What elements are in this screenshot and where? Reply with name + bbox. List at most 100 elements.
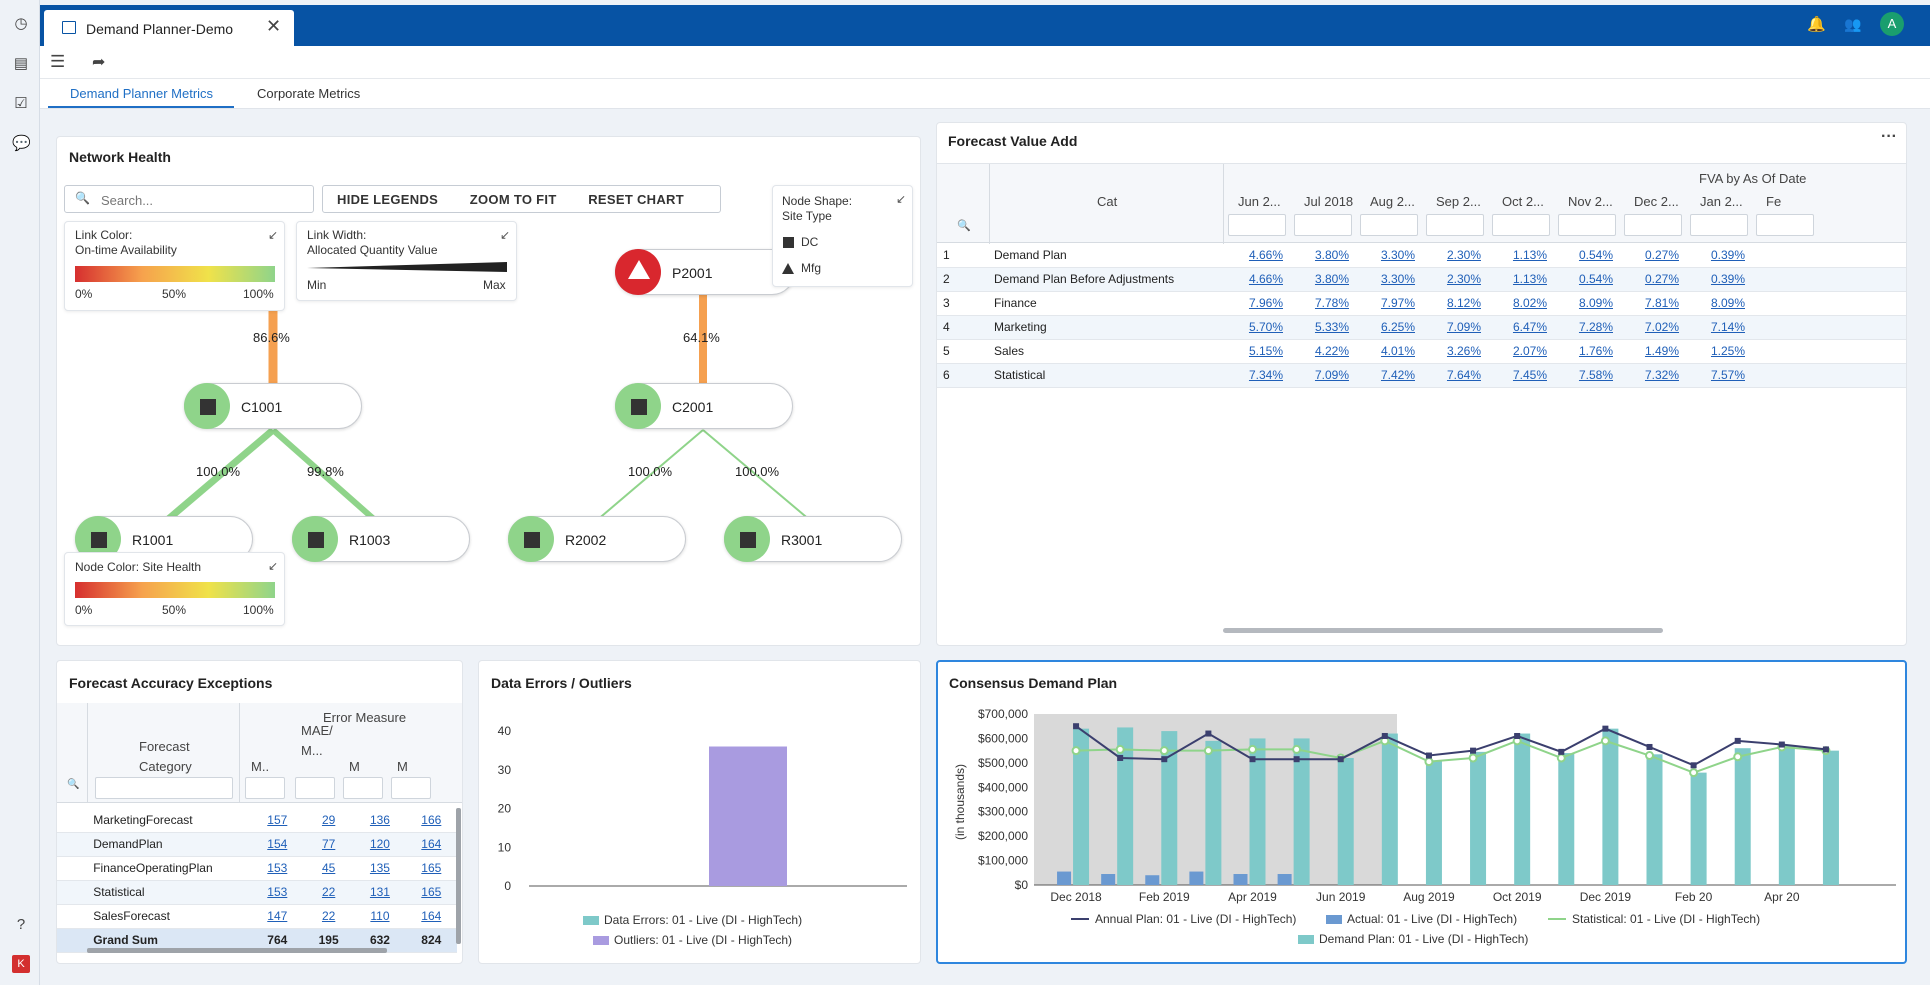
value-link[interactable]: 7.28%	[1554, 315, 1620, 340]
value-link[interactable]: 7.45%	[1488, 363, 1554, 388]
horizontal-scrollbar[interactable]	[1223, 628, 1663, 633]
tasks-icon[interactable]: ☑	[12, 95, 30, 113]
column-filter-input[interactable]	[1228, 214, 1286, 236]
value-link[interactable]: 1.49%	[1620, 339, 1686, 364]
column-header[interactable]: Sep 2...	[1436, 194, 1481, 209]
statistical-point[interactable]	[1203, 746, 1213, 756]
value-link[interactable]: 7.34%	[1224, 363, 1290, 388]
demand-plan-bar[interactable]	[1602, 728, 1619, 885]
value-link[interactable]: 22	[302, 904, 355, 929]
value-link[interactable]: 166	[405, 808, 457, 833]
avatar[interactable]: A	[1880, 12, 1904, 36]
value-link[interactable]: 136	[354, 808, 406, 833]
value-link[interactable]: 7.02%	[1620, 315, 1686, 340]
value-link[interactable]: 5.15%	[1224, 339, 1290, 364]
column-header[interactable]: Nov 2...	[1568, 194, 1613, 209]
value-link[interactable]: 1.25%	[1686, 339, 1752, 364]
actual-bar[interactable]	[1233, 874, 1248, 885]
node-c1001[interactable]: C1001	[184, 383, 362, 429]
annual-plan-point[interactable]	[1778, 741, 1785, 748]
value-link[interactable]: 2.30%	[1422, 267, 1488, 292]
document-icon[interactable]: ▤	[12, 55, 30, 73]
annual-plan-point[interactable]	[1293, 756, 1300, 763]
value-link[interactable]: 4.22%	[1290, 339, 1356, 364]
value-link[interactable]: 120	[354, 832, 406, 857]
value-link[interactable]: 7.09%	[1290, 363, 1356, 388]
filter-search-icon[interactable]: 🔍	[957, 219, 971, 232]
node-c2001[interactable]: C2001	[615, 383, 793, 429]
share-icon[interactable]: ➦	[92, 52, 105, 72]
column-filter-input[interactable]	[295, 777, 335, 799]
demand-plan-bar[interactable]	[1470, 751, 1487, 885]
column-filter-input[interactable]	[1690, 214, 1748, 236]
column-filter-input[interactable]	[1294, 214, 1352, 236]
value-link[interactable]: 0.54%	[1554, 243, 1620, 268]
value-link[interactable]: 7.14%	[1686, 315, 1752, 340]
notifications-icon[interactable]: 🔔	[1807, 15, 1826, 33]
table-row[interactable]: Statistical 153 22 131 165	[57, 880, 457, 905]
value-link[interactable]: 77	[302, 832, 355, 857]
value-link[interactable]: 154	[251, 832, 303, 857]
column-header[interactable]: Oct 2...	[1502, 194, 1544, 209]
node-p2001[interactable]: P2001	[615, 249, 795, 295]
horizontal-scrollbar[interactable]	[87, 948, 387, 953]
column-header[interactable]: Jul 2018	[1304, 194, 1353, 209]
table-row[interactable]: 5 Sales 5.15% 4.22% 4.01% 3.26% 2.07% 1.76% 1.49…	[937, 339, 1906, 364]
value-link[interactable]: 3.26%	[1422, 339, 1488, 364]
statistical-point[interactable]	[1733, 752, 1743, 762]
annual-plan-point[interactable]	[1425, 752, 1432, 759]
vertical-scrollbar[interactable]	[456, 808, 461, 944]
table-row[interactable]: SalesForecast 147 22 110 164	[57, 904, 457, 929]
value-link[interactable]: 0.27%	[1620, 267, 1686, 292]
actual-bar[interactable]	[1189, 871, 1204, 885]
column-filter-input[interactable]	[1756, 214, 1814, 236]
column-header[interactable]: MAE/	[301, 723, 333, 738]
demand-plan-bar[interactable]	[1514, 733, 1531, 885]
value-link[interactable]: 4.66%	[1224, 267, 1290, 292]
statistical-point[interactable]	[1689, 768, 1699, 778]
app-tab[interactable]: Demand Planner-Demo ✕	[44, 10, 294, 46]
demand-plan-bar[interactable]	[1337, 757, 1354, 885]
annual-plan-point[interactable]	[1734, 737, 1741, 744]
value-link[interactable]: 7.58%	[1554, 363, 1620, 388]
actual-bar[interactable]	[1277, 874, 1292, 885]
outliers-bar[interactable]	[709, 746, 787, 887]
annual-plan-point[interactable]	[1690, 762, 1697, 769]
legend-item[interactable]: Actual: 01 - Live (DI - HighTech)	[1326, 912, 1517, 926]
demand-plan-bar[interactable]	[1734, 748, 1751, 885]
value-link[interactable]: 153	[251, 880, 303, 905]
actual-bar[interactable]	[1057, 871, 1072, 885]
statistical-point[interactable]	[1645, 751, 1654, 761]
column-header[interactable]: Dec 2...	[1634, 194, 1679, 209]
value-link[interactable]: 135	[354, 856, 406, 881]
table-row[interactable]: FinanceOperatingPlan 153 45 135 165	[57, 856, 457, 881]
value-link[interactable]: 7.97%	[1356, 291, 1422, 316]
value-link[interactable]: 1.13%	[1488, 267, 1554, 292]
value-link[interactable]: 131	[354, 880, 406, 905]
value-link[interactable]: 0.27%	[1620, 243, 1686, 268]
demand-plan-bar[interactable]	[1425, 760, 1442, 885]
value-link[interactable]: 8.12%	[1422, 291, 1488, 316]
filter-search-icon[interactable]: 🔍	[67, 779, 79, 790]
legend-item[interactable]: Demand Plan: 01 - Live (DI - HighTech)	[1298, 932, 1528, 946]
value-link[interactable]: 165	[405, 880, 457, 905]
legend-item[interactable]: Data Errors: 01 - Live (DI - HighTech)	[583, 913, 802, 927]
statistical-point[interactable]	[1556, 753, 1566, 763]
demand-plan-bar[interactable]	[1822, 750, 1839, 885]
value-link[interactable]: 3.80%	[1290, 267, 1356, 292]
column-header[interactable]: M..	[251, 759, 269, 774]
value-link[interactable]: 165	[405, 856, 457, 881]
collapse-icon[interactable]: ↙	[896, 192, 906, 206]
annual-plan-point[interactable]	[1337, 756, 1344, 763]
demand-plan-bar[interactable]	[1381, 733, 1398, 885]
value-link[interactable]: 0.39%	[1686, 243, 1752, 268]
value-link[interactable]: 45	[302, 856, 355, 881]
annual-plan-point[interactable]	[1117, 754, 1124, 761]
column-filter-input[interactable]	[343, 777, 383, 799]
table-row[interactable]: DemandPlan 154 77 120 164	[57, 832, 457, 857]
column-filter-input[interactable]	[1360, 214, 1418, 236]
statistical-point[interactable]	[1424, 757, 1434, 767]
demand-plan-bar[interactable]	[1646, 754, 1663, 885]
value-link[interactable]: 7.32%	[1620, 363, 1686, 388]
node-r1003[interactable]: R1003	[292, 516, 470, 562]
